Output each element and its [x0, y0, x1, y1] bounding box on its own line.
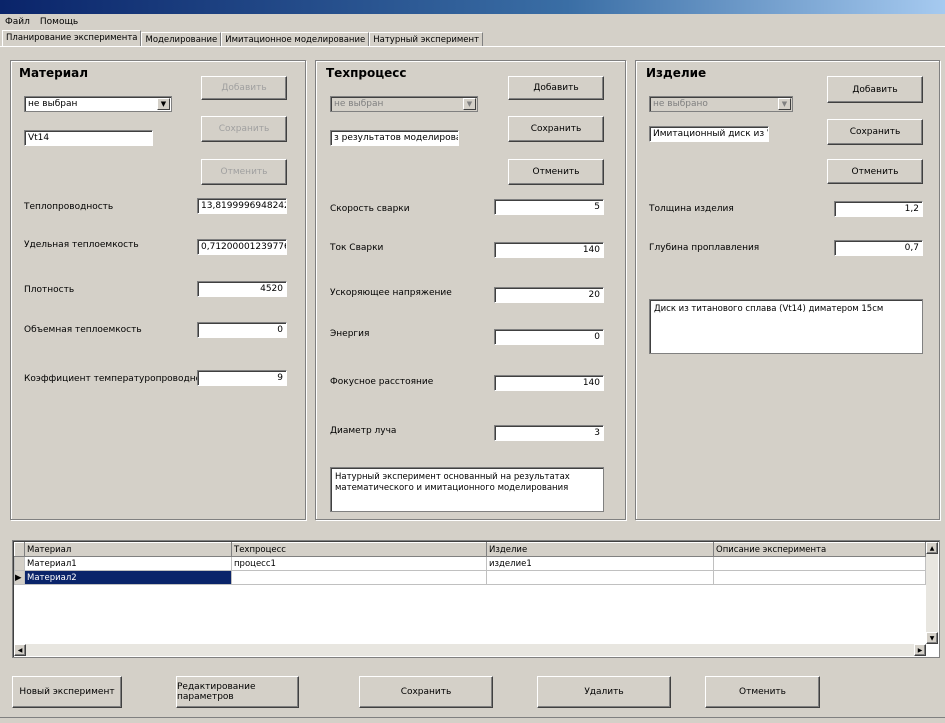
process-title: Техпроцесс — [326, 66, 407, 80]
product-cancel-button[interactable]: Отменить — [827, 159, 923, 184]
field-label: Ток Сварки — [330, 243, 384, 253]
vertical-scrollbar[interactable]: ▲ ▼ — [926, 542, 938, 644]
cell[interactable]: Материал1 — [24, 556, 232, 571]
horizontal-scrollbar[interactable]: ◀ ▶ — [14, 644, 926, 656]
tab-bar: Планирование эксперимента Моделирование … — [2, 30, 484, 46]
tab-divider — [0, 46, 945, 47]
field-label: Теплопроводность — [24, 202, 114, 212]
cell[interactable] — [713, 570, 926, 585]
tab-field-experiment[interactable]: Натурный эксперимент — [369, 32, 484, 46]
material-add-button[interactable]: Добавить — [201, 76, 287, 100]
thermal-conductivity-input[interactable]: 13,8199996948242 — [197, 198, 287, 214]
title-bar — [0, 0, 945, 14]
thickness-input[interactable]: 1,2 — [834, 201, 923, 217]
column-header[interactable]: Описание эксперимента — [713, 542, 926, 557]
row-indicator — [14, 556, 25, 571]
density-input[interactable]: 4520 — [197, 281, 287, 297]
scroll-right-icon[interactable]: ▶ — [914, 644, 926, 656]
process-save-button[interactable]: Сохранить — [508, 116, 604, 142]
material-name-input[interactable]: Vt14 — [24, 130, 153, 146]
material-title: Материал — [19, 66, 89, 80]
welding-speed-input[interactable]: 5 — [494, 199, 604, 215]
experiments-grid: Материал Техпроцесс Изделие Описание экс… — [12, 540, 940, 658]
tab-modeling[interactable]: Моделирование — [141, 32, 222, 46]
chevron-down-icon[interactable]: ▼ — [157, 98, 170, 110]
field-label: Объемная теплоемкость — [24, 325, 142, 335]
product-title: Изделие — [646, 66, 707, 80]
field-label: Диаметр луча — [330, 426, 397, 436]
column-header[interactable]: Материал — [24, 542, 232, 557]
thermal-diffusivity-input[interactable]: 9 — [197, 370, 287, 386]
column-header[interactable]: Изделие — [486, 542, 714, 557]
chevron-down-icon[interactable]: ▼ — [778, 98, 791, 110]
row-indicator — [14, 542, 25, 557]
status-bar — [0, 717, 945, 723]
cell[interactable]: Материал2 — [24, 570, 232, 585]
grid-header: Материал Техпроцесс Изделие Описание экс… — [14, 542, 926, 557]
product-name-input[interactable]: Имитационный диск из Vt14 — [649, 126, 769, 142]
menu-bar: Файл Помощь — [0, 15, 78, 29]
menu-help[interactable]: Помощь — [40, 17, 78, 27]
cell[interactable] — [486, 570, 714, 585]
material-save-button[interactable]: Сохранить — [201, 116, 287, 142]
scroll-down-icon[interactable]: ▼ — [926, 632, 938, 644]
process-add-button[interactable]: Добавить — [508, 76, 604, 100]
field-label: Коэффициент температуропроводности — [24, 374, 218, 384]
column-header[interactable]: Техпроцесс — [231, 542, 487, 557]
product-save-button[interactable]: Сохранить — [827, 119, 923, 145]
focal-distance-input[interactable]: 140 — [494, 375, 604, 391]
table-row[interactable]: Материал1 процесс1 изделие1 — [14, 556, 926, 571]
menu-file[interactable]: Файл — [5, 17, 30, 27]
product-add-button[interactable]: Добавить — [827, 76, 923, 103]
product-select[interactable]: не выбрано ▼ — [649, 96, 793, 112]
cell[interactable]: изделие1 — [486, 556, 714, 571]
new-experiment-button[interactable]: Новый эксперимент — [12, 676, 122, 708]
edit-parameters-button[interactable]: Редактирование параметров — [176, 676, 299, 708]
table-row[interactable]: ▶ Материал2 — [14, 570, 926, 585]
product-description[interactable]: Диск из титанового сплава (Vt14) диматер… — [649, 299, 923, 354]
process-name-input[interactable]: з результатов моделирования — [330, 130, 459, 146]
scroll-up-icon[interactable]: ▲ — [926, 542, 938, 554]
specific-heat-input[interactable]: 0,712000012397766 — [197, 239, 287, 255]
field-label: Энергия — [330, 329, 370, 339]
process-select-value: не выбран — [334, 99, 384, 109]
energy-input[interactable]: 0 — [494, 329, 604, 345]
field-label: Ускоряющее напряжение — [330, 288, 452, 298]
product-select-value: не выбрано — [653, 99, 708, 109]
save-button[interactable]: Сохранить — [359, 676, 493, 708]
cancel-button[interactable]: Отменить — [705, 676, 820, 708]
cell[interactable] — [231, 570, 487, 585]
beam-diameter-input[interactable]: 3 — [494, 425, 604, 441]
material-select-value: не выбран — [28, 99, 78, 109]
field-label: Плотность — [24, 285, 75, 295]
tab-simulation[interactable]: Имитационное моделирование — [221, 32, 370, 46]
field-label: Фокусное расстояние — [330, 377, 434, 387]
penetration-depth-input[interactable]: 0,7 — [834, 240, 923, 256]
scroll-left-icon[interactable]: ◀ — [14, 644, 26, 656]
process-select[interactable]: не выбран ▼ — [330, 96, 478, 112]
voltage-input[interactable]: 20 — [494, 287, 604, 303]
process-description[interactable]: Натурный эксперимент основанный на резул… — [330, 467, 604, 512]
current-row-icon: ▶ — [14, 570, 25, 585]
material-select[interactable]: не выбран ▼ — [24, 96, 172, 112]
tab-planning[interactable]: Планирование эксперимента — [2, 30, 142, 46]
cell[interactable]: процесс1 — [231, 556, 487, 571]
delete-button[interactable]: Удалить — [537, 676, 671, 708]
chevron-down-icon[interactable]: ▼ — [463, 98, 476, 110]
volumetric-heat-input[interactable]: 0 — [197, 322, 287, 338]
cell[interactable] — [713, 556, 926, 571]
field-label: Глубина проплавления — [649, 243, 760, 253]
field-label: Скорость сварки — [330, 204, 410, 214]
field-label: Удельная теплоемкость — [24, 240, 139, 250]
process-cancel-button[interactable]: Отменить — [508, 159, 604, 185]
material-cancel-button[interactable]: Отменить — [201, 159, 287, 185]
field-label: Толщина изделия — [649, 204, 734, 214]
welding-current-input[interactable]: 140 — [494, 242, 604, 258]
